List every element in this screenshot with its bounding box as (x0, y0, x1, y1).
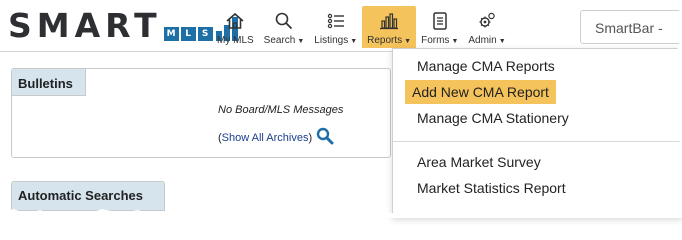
chevron-down-icon: ▼ (297, 38, 305, 45)
menu-item-manage-cma-stationery[interactable]: Manage CMA Stationery (411, 106, 575, 130)
archive-row: (Show All Archives) (218, 127, 334, 148)
gears-icon (476, 10, 498, 32)
top-header: SMART M L S My MLS Search ▼ Listings ▼ R… (0, 0, 682, 52)
bar-chart-icon (378, 10, 400, 32)
menu-item-area-market-survey[interactable]: Area Market Survey (411, 150, 547, 174)
logo-wordmark: SMART (8, 6, 162, 45)
show-all-archives-link[interactable]: Show All Archives (222, 132, 309, 144)
nav-label: Search (263, 35, 296, 46)
logo-mls-letter: M (163, 27, 179, 41)
search-icon (273, 10, 295, 32)
torn-edge-bottom (0, 209, 682, 218)
smart-mls-logo[interactable]: SMART M L S (8, 8, 238, 44)
search-icon[interactable] (316, 127, 334, 148)
menu-item-manage-cma-reports[interactable]: Manage CMA Reports (411, 54, 561, 78)
logo-mls-badge: M L S (163, 27, 213, 41)
nav-label: Forms (421, 35, 450, 46)
nav-label: Admin (468, 35, 497, 46)
archive-paren-close: ) (308, 131, 313, 144)
nav-search[interactable]: Search ▼ (259, 6, 310, 48)
nav-label: Listings (314, 35, 349, 46)
chevron-down-icon: ▼ (498, 38, 506, 45)
nav-label: My MLS (217, 35, 254, 46)
list-icon (325, 10, 347, 32)
chevron-down-icon: ▼ (350, 38, 358, 45)
bulletins-panel: Bulletins No Board/MLS Messages (Show Al… (11, 68, 391, 158)
logo-mls-letter: S (197, 27, 213, 41)
nav-admin[interactable]: Admin ▼ (463, 6, 510, 48)
menu-item-market-statistics-report[interactable]: Market Statistics Report (411, 176, 572, 200)
logo-mls-letter: L (180, 27, 196, 41)
nav-label: Reports (367, 35, 403, 46)
document-icon (429, 10, 451, 32)
menu-item-add-new-cma-report[interactable]: Add New CMA Report (405, 80, 556, 104)
main-nav: My MLS Search ▼ Listings ▼ Reports ▼ Forms ▼ (212, 6, 511, 48)
nav-my-mls[interactable]: My MLS (212, 6, 259, 48)
bulletins-title: Bulletins (12, 69, 86, 96)
menu-divider (393, 141, 682, 142)
home-icon (224, 10, 246, 32)
nav-reports[interactable]: Reports ▼ (362, 6, 417, 48)
bulletins-message: No Board/MLS Messages (218, 104, 344, 116)
reports-dropdown-menu: Manage CMA Reports Add New CMA Report Ma… (392, 48, 682, 218)
nav-forms[interactable]: Forms ▼ (416, 6, 463, 48)
chevron-down-icon: ▼ (451, 38, 459, 45)
chevron-down-icon: ▼ (404, 38, 412, 45)
torn-edge-right (674, 0, 682, 218)
nav-listings[interactable]: Listings ▼ (309, 6, 362, 48)
smartbar-input[interactable]: SmartBar - (580, 10, 682, 44)
